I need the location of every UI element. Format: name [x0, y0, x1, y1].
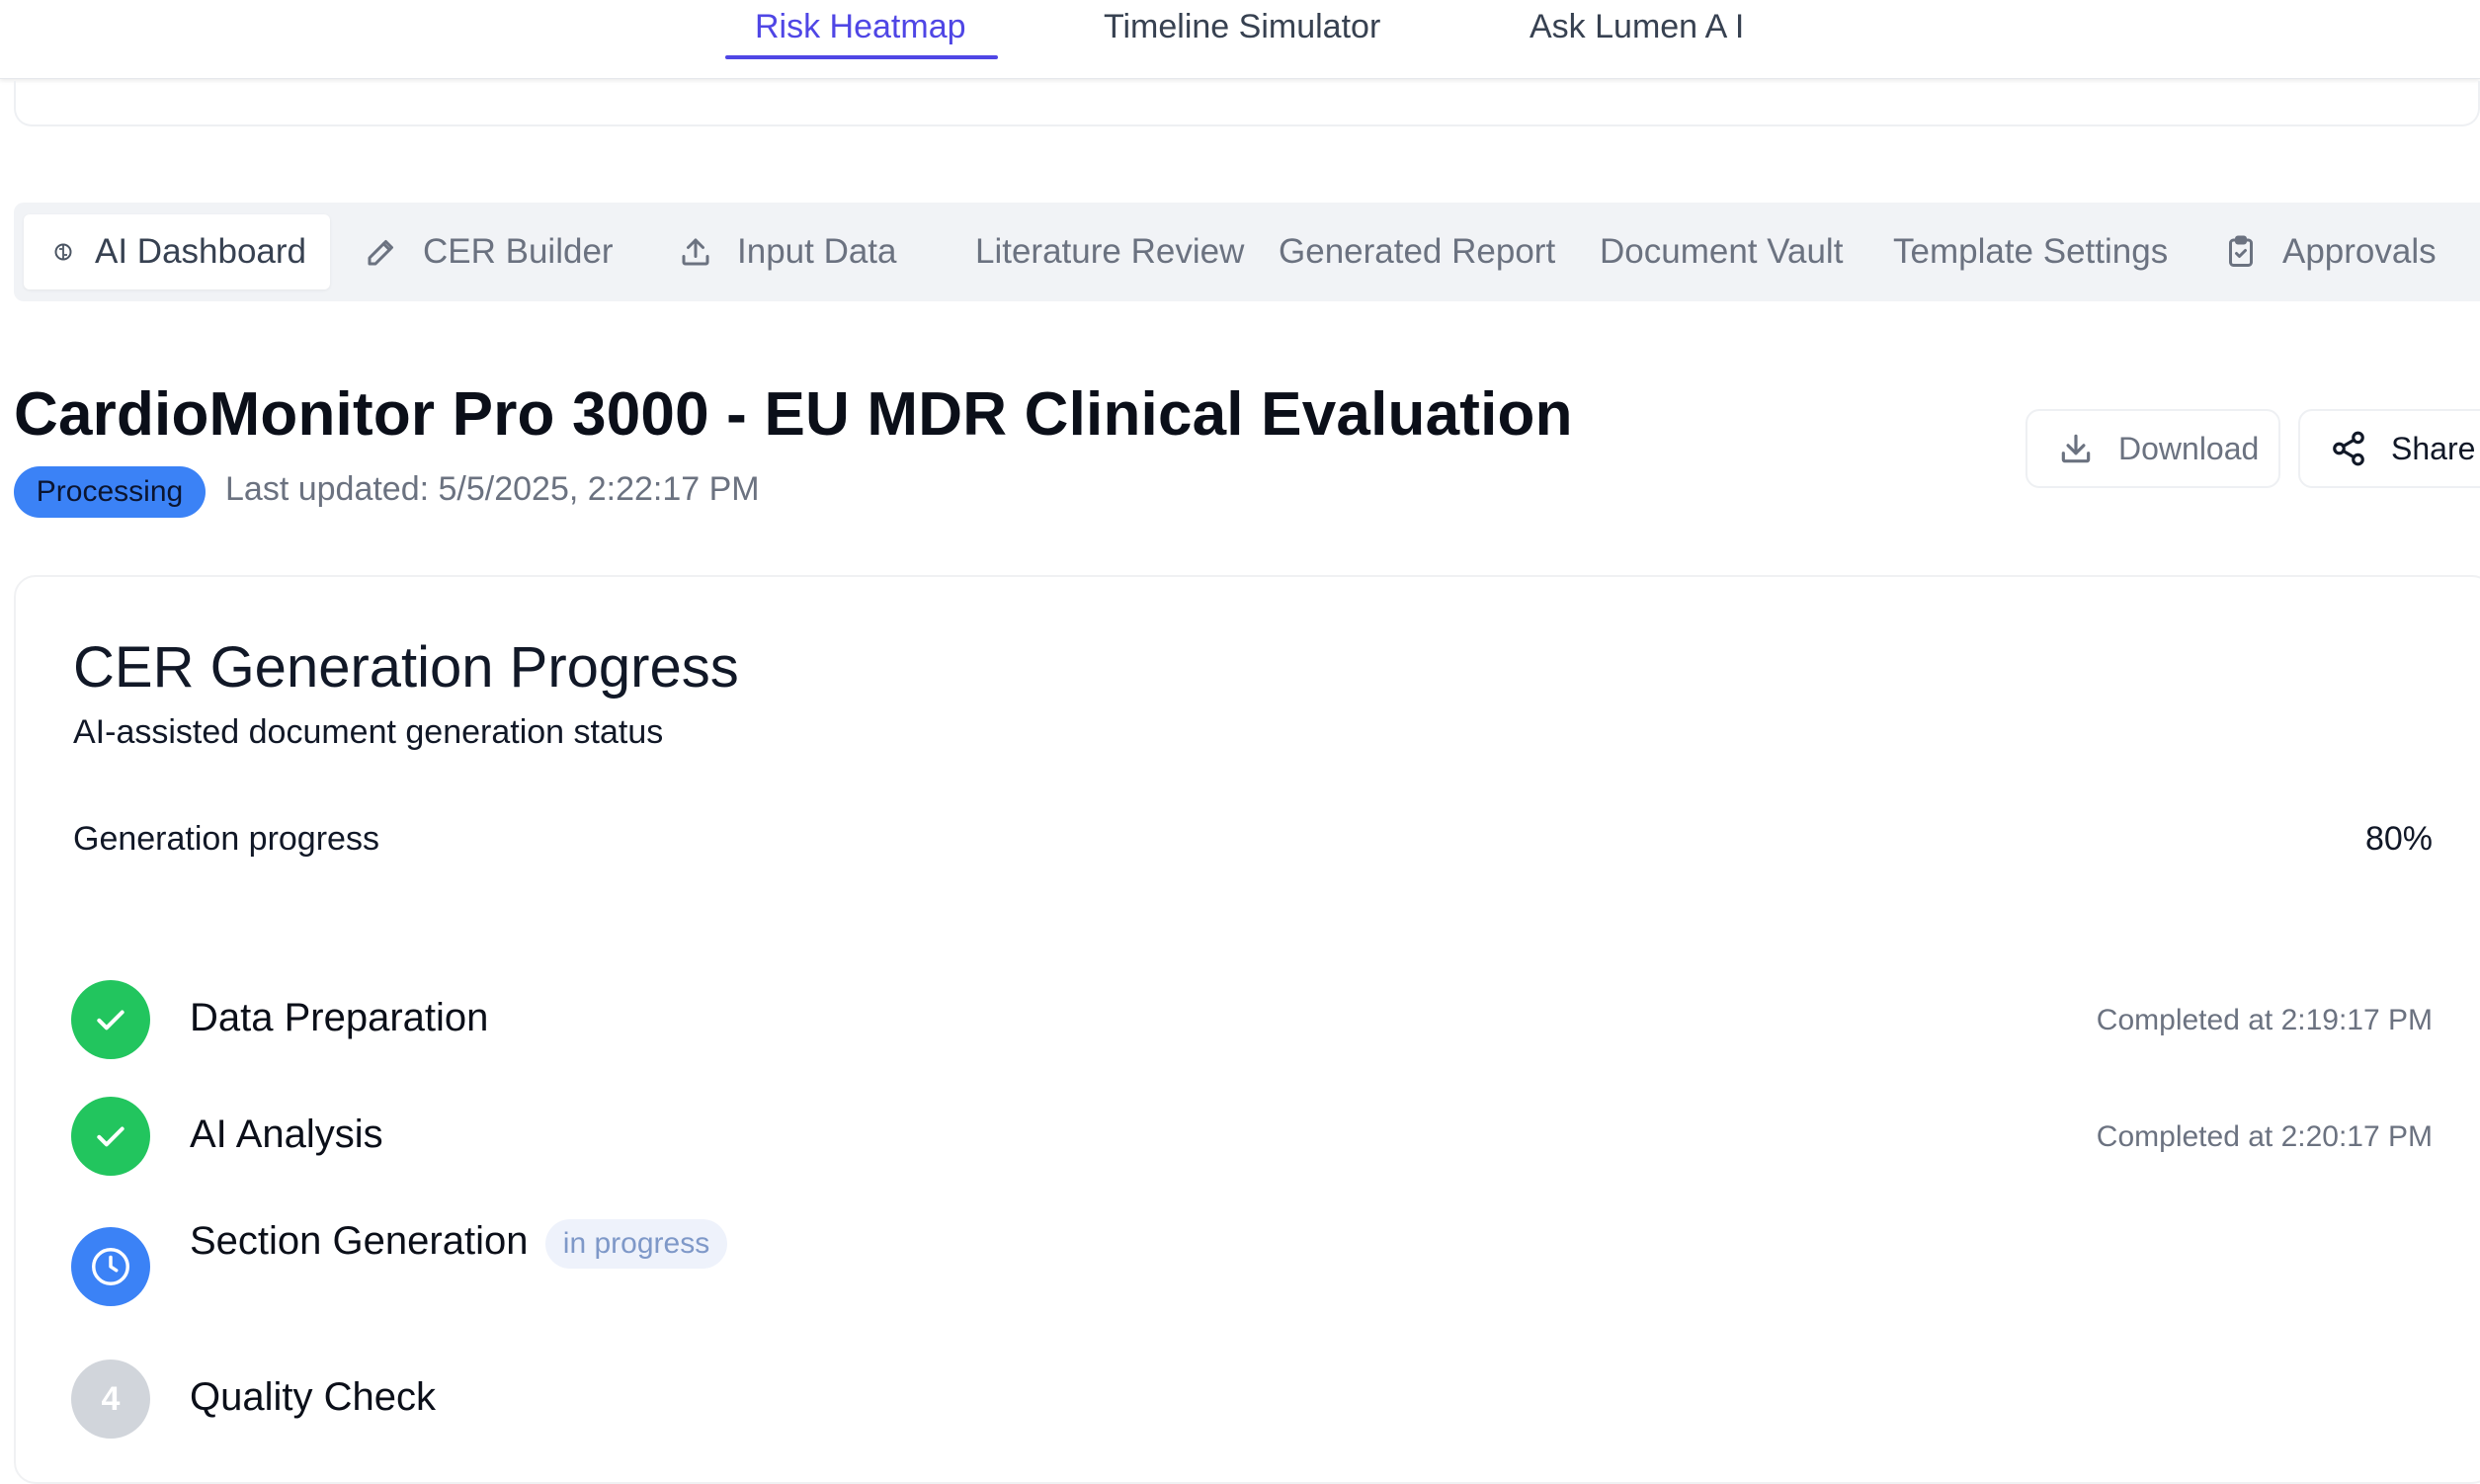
tab-label: Literature Review — [975, 232, 1245, 271]
status-badge: Processing — [14, 466, 206, 518]
tab-label: Approvals — [2282, 232, 2437, 271]
tab-label: Document Vault — [1600, 232, 1844, 271]
tab-document-vault[interactable]: Document Vault — [1600, 214, 1843, 289]
download-icon — [2057, 430, 2118, 467]
check-icon — [91, 1000, 130, 1039]
top-nav: Risk Heatmap Timeline Simulator Ask Lume… — [0, 0, 2480, 79]
step-3-status — [71, 1227, 150, 1306]
nav-risk-heatmap[interactable]: Risk Heatmap — [755, 0, 966, 59]
tab-cer-builder[interactable]: CER Builder — [364, 214, 614, 289]
download-label: Download — [2118, 430, 2260, 466]
nav-ask-lumen-ai[interactable]: Ask Lumen A I — [1529, 0, 1744, 59]
tab-label: CER Builder — [423, 232, 614, 271]
active-nav-indicator — [725, 55, 998, 59]
step-1-status — [71, 980, 150, 1059]
progress-label: Generation progress — [73, 820, 379, 858]
card-title: CER Generation Progress — [73, 635, 739, 700]
step-4-number: 4 — [101, 1379, 121, 1418]
step-1-time: Completed at 2:19:17 PM — [2096, 1004, 2433, 1036]
tab-label: AI Dashboard — [95, 232, 307, 271]
tab-label: Generated Report — [1279, 232, 1556, 271]
step-4-status: 4 — [71, 1360, 150, 1439]
nav-timeline-simulator[interactable]: Timeline Simulator — [1104, 0, 1380, 59]
tab-ai-dashboard[interactable]: AI Dashboard — [24, 214, 330, 289]
clock-icon — [88, 1244, 133, 1289]
step-2-status — [71, 1097, 150, 1176]
step-4-name: Quality Check — [190, 1375, 436, 1419]
top-card-edge — [14, 81, 2480, 126]
check-icon — [91, 1116, 130, 1156]
step-3-name: Section Generation — [190, 1219, 529, 1263]
tab-approvals[interactable]: Approvals — [2223, 214, 2437, 289]
tab-template-settings[interactable]: Template Settings — [1893, 214, 2168, 289]
tab-literature-review[interactable]: Literature Review — [975, 214, 1244, 289]
pencil-icon — [364, 234, 399, 270]
page-title: CardioMonitor Pro 3000 - EU MDR Clinical… — [14, 380, 1573, 449]
progress-percent: 80% — [2364, 820, 2433, 858]
tab-label: Input Data — [737, 232, 897, 271]
tab-generated-report[interactable]: Generated Report — [1279, 214, 1555, 289]
step-2-name: AI Analysis — [190, 1113, 383, 1156]
share-icon — [2330, 430, 2391, 467]
card-subtitle: AI-assisted document generation status — [73, 713, 664, 751]
clipboard-check-icon — [2223, 234, 2259, 270]
tab-input-data[interactable]: Input Data — [678, 214, 897, 289]
in-progress-badge: in progress — [545, 1219, 727, 1269]
brain-icon — [53, 242, 73, 262]
step-1-name: Data Preparation — [190, 996, 489, 1039]
last-updated-text: Last updated: 5/5/2025, 2:22:17 PM — [225, 470, 760, 508]
tab-label: Template Settings — [1893, 232, 2169, 271]
upload-icon — [678, 234, 713, 270]
share-button[interactable]: Share — [2298, 409, 2480, 488]
step-2-time: Completed at 2:20:17 PM — [2096, 1120, 2433, 1153]
share-label: Share — [2391, 430, 2476, 466]
section-tabs: AI Dashboard CER Builder Input Data Lite… — [14, 203, 2480, 301]
download-button[interactable]: Download — [2025, 409, 2280, 488]
